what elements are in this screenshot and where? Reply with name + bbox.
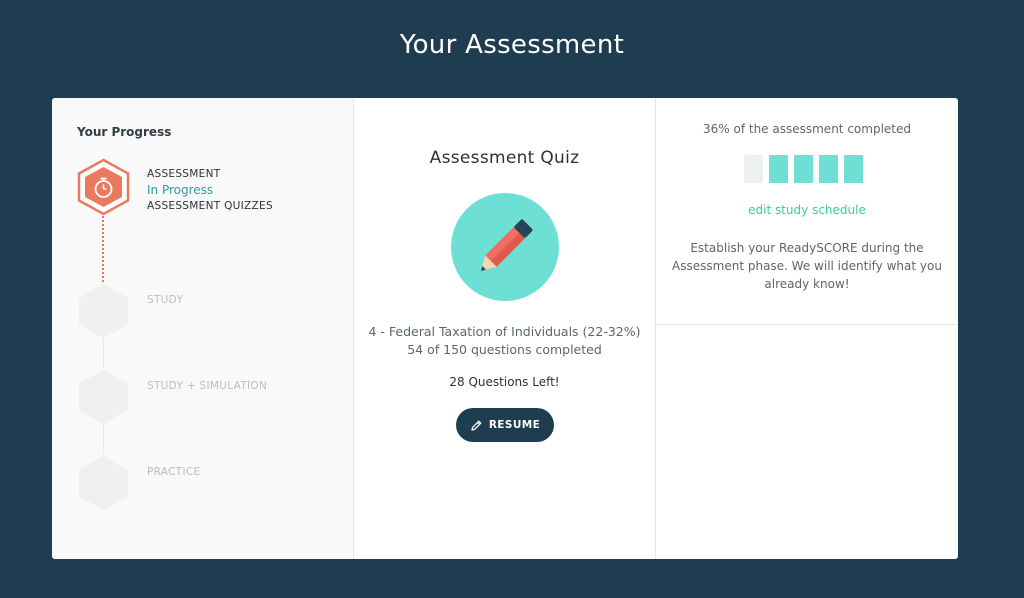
stopwatch-icon	[94, 177, 113, 198]
summary-description: Establish your ReadySCORE during the Ass…	[672, 241, 942, 291]
step-status: In Progress	[147, 183, 214, 197]
page-title: Your Assessment	[399, 30, 625, 60]
quiz-panel: Assessment Quiz 4 - Federal Taxation of …	[354, 98, 656, 559]
step-sub: ASSESSMENT QUIZZES	[147, 200, 273, 212]
completion-blocks	[744, 155, 863, 183]
edit-study-schedule-link[interactable]: edit study schedule	[656, 203, 958, 217]
resume-button[interactable]: RESUME	[456, 408, 554, 442]
completion-block	[744, 155, 763, 183]
step-connector	[103, 424, 104, 454]
progress-panel: Your Progress ASSESSMENT In Progress ASS…	[52, 98, 354, 559]
step-name: ASSESSMENT	[147, 168, 221, 180]
completion-text: 36% of the assessment completed	[703, 122, 911, 136]
step-name: STUDY	[147, 294, 184, 306]
assessment-card: Your Progress ASSESSMENT In Progress ASS…	[52, 98, 958, 559]
resume-label: RESUME	[488, 419, 541, 431]
quiz-title: Assessment Quiz	[429, 148, 580, 168]
pencil-icon	[480, 219, 533, 272]
step-connector	[102, 216, 104, 282]
summary-panel: 36% of the assessment completed edit stu…	[656, 98, 958, 559]
completion-block	[769, 155, 788, 183]
step-hexagon	[79, 370, 128, 424]
quiz-topic-name: 4 - Federal Taxation of Individuals (22-…	[368, 324, 641, 339]
completion-block	[819, 155, 838, 183]
step-hexagon	[79, 456, 128, 510]
completion-block	[794, 155, 813, 183]
pencil-icon	[471, 420, 482, 431]
step-name: STUDY + SIMULATION	[147, 380, 268, 392]
progress-title: Your Progress	[77, 125, 172, 139]
step-connector	[103, 338, 104, 368]
divider	[656, 324, 958, 325]
questions-left: 28 Questions Left!	[449, 375, 560, 389]
step-hexagon	[79, 284, 128, 338]
completion-block	[844, 155, 863, 183]
quiz-completed-count: 54 of 150 questions completed	[407, 342, 602, 357]
step-name: PRACTICE	[147, 466, 201, 478]
quiz-illustration	[451, 193, 559, 301]
quiz-topic: 4 - Federal Taxation of Individuals (22-…	[354, 323, 655, 359]
